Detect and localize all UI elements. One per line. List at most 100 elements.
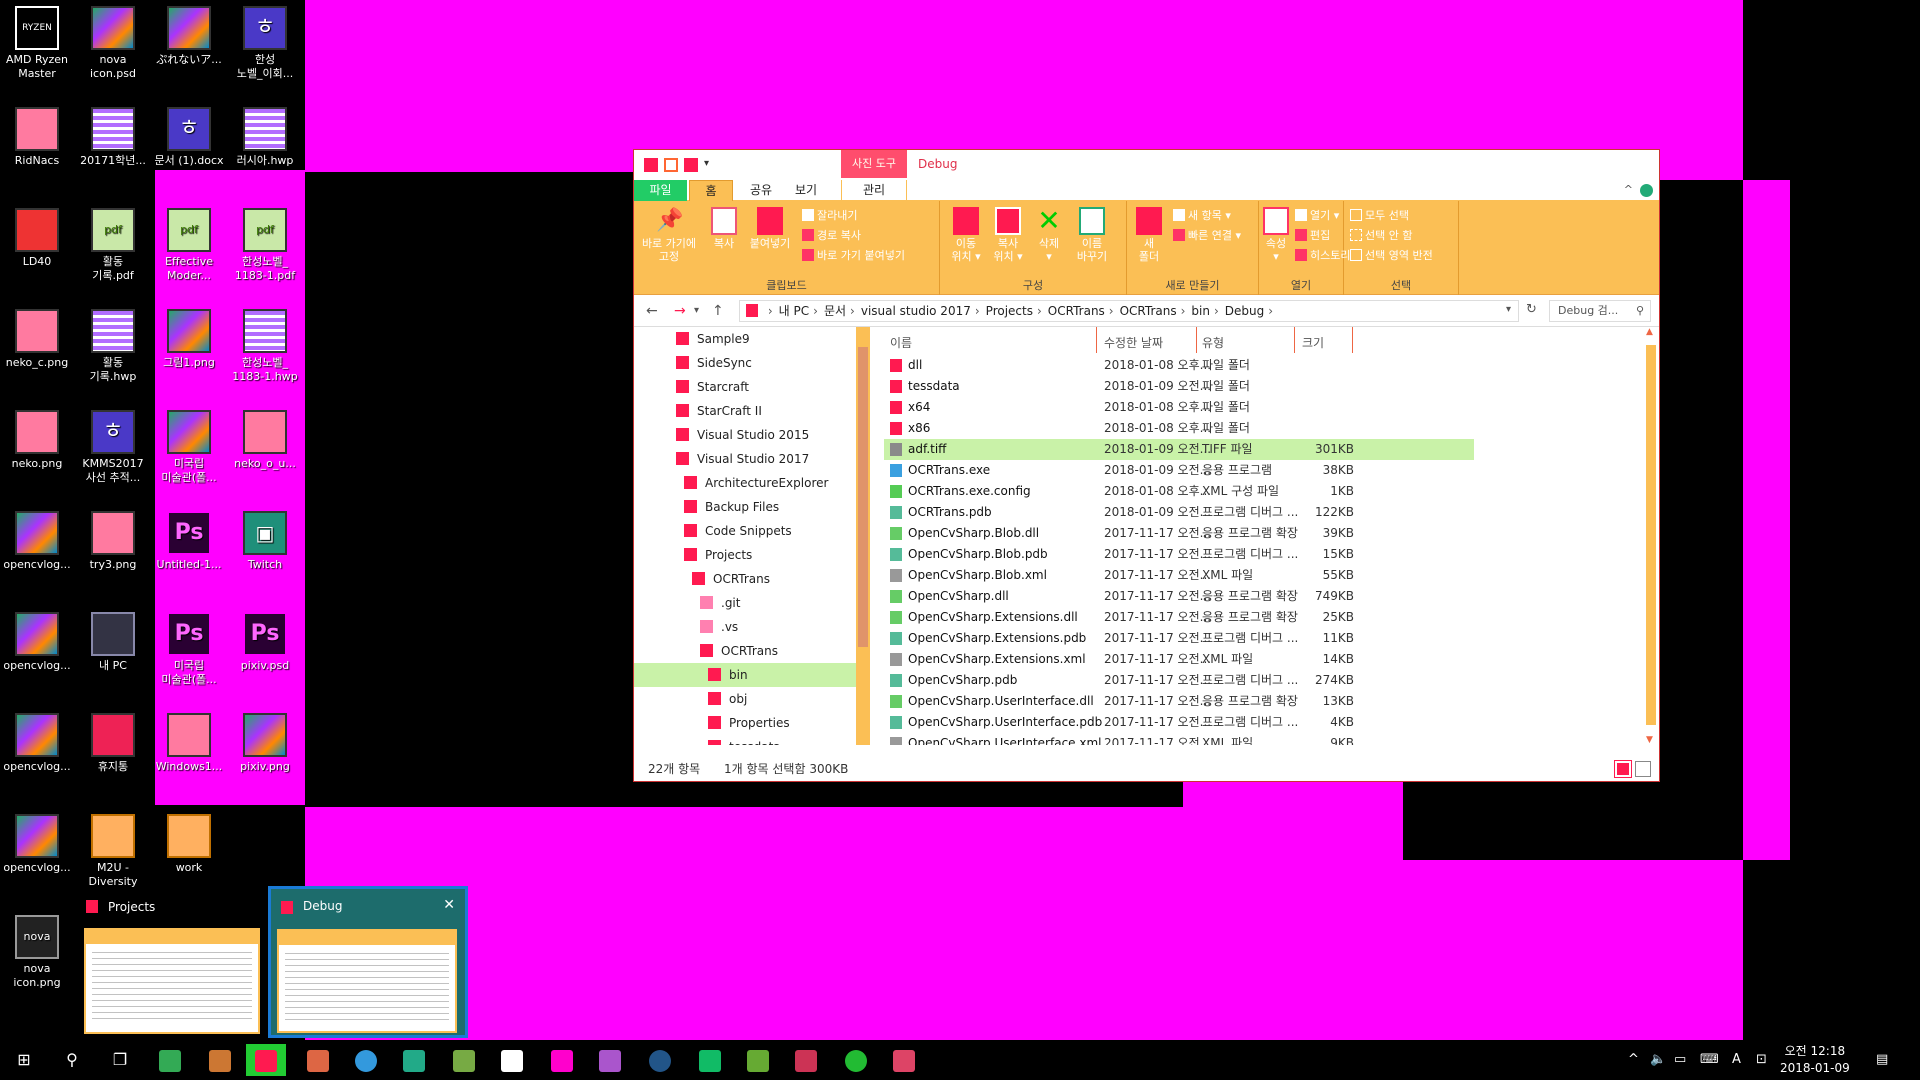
desktop-icon[interactable]: nova nova icon.png [0, 915, 77, 990]
taskbar-app-icon[interactable] [690, 1044, 730, 1076]
desktop-icon[interactable]: Ps pixiv.psd [225, 612, 305, 673]
up-arrow-icon[interactable]: ↑ [712, 303, 724, 319]
new-folder-button[interactable]: 새 폴더 [1131, 207, 1167, 263]
move-to-button[interactable]: 이동 위치 ▾ [946, 207, 986, 263]
taskbar-chrome-icon[interactable] [346, 1044, 386, 1076]
taskbar-app-icon[interactable] [884, 1044, 924, 1076]
column-type[interactable]: 유형 [1202, 334, 1224, 351]
desktop-icon[interactable]: ▣ Twitch [225, 511, 305, 572]
clock[interactable]: 오전 12:18 2018-01-09 [1780, 1043, 1850, 1077]
desktop-icon[interactable]: neko_c.png [0, 309, 77, 370]
desktop-icon[interactable]: 러시아.hwp [225, 107, 305, 168]
delete-button[interactable]: ✕ 삭제 ▾ [1032, 207, 1066, 264]
recent-dropdown-icon[interactable]: ▾ [694, 305, 699, 316]
desktop-icon[interactable]: opencvlog... [0, 814, 77, 875]
breadcrumb-separator-icon[interactable]: › [1268, 304, 1273, 318]
properties-button[interactable]: 속성 ▾ [1261, 207, 1291, 263]
nav-tree-item[interactable]: OCRTrans [634, 567, 856, 591]
address-bar[interactable]: › 내 PC › 문서 › visual studio 2017 › Projects › OCR… [739, 300, 1519, 322]
file-row[interactable]: OCRTrans.exe.config 2018-01-08 오후... XML 구… [884, 481, 1474, 502]
file-row[interactable]: OpenCvSharp.UserInterface.dll 2017-11-17 … [884, 691, 1474, 712]
taskbar-app-icon[interactable] [444, 1044, 484, 1076]
language-icon[interactable]: ⊡ [1756, 1040, 1767, 1080]
start-button[interactable]: ⊞ [4, 1044, 44, 1076]
nav-tree-item[interactable]: ArchitectureExplorer [634, 471, 856, 495]
breadcrumb-item[interactable]: Projects [986, 304, 1033, 318]
edit-button[interactable]: 편집 [1295, 227, 1330, 243]
taskbar-steam-icon[interactable] [640, 1044, 680, 1076]
file-row[interactable]: OpenCvSharp.Extensions.dll 2017-11-17 오전.… [884, 607, 1474, 628]
tab-manage[interactable]: 관리 [841, 180, 907, 201]
title-bar[interactable]: ▾ 사진 도구 Debug [634, 150, 1659, 180]
new-folder-icon[interactable] [684, 158, 698, 172]
new-item-button[interactable]: 새 항목 ▾ [1173, 207, 1231, 223]
column-name[interactable]: 이름 [890, 334, 912, 351]
desktop-icon[interactable]: 미국립 미술관(폴... [149, 410, 229, 485]
file-explorer-window[interactable]: ▾ 사진 도구 Debug 파일 홈 공유 보기 관리 ^ 📌 바로 가기에 고… [633, 149, 1660, 782]
file-row[interactable]: OpenCvSharp.Extensions.pdb 2017-11-17 오전.… [884, 628, 1474, 649]
nav-tree-item[interactable]: StarCraft II [634, 399, 856, 423]
breadcrumb-item[interactable]: OCRTrans [1120, 304, 1177, 318]
desktop-icon[interactable]: 20171학년... [73, 107, 153, 168]
taskbar-explorer-button[interactable] [246, 1044, 286, 1076]
nav-tree-item[interactable]: Projects [634, 543, 856, 567]
desktop-icon[interactable]: M2U - Diversity [73, 814, 153, 889]
desktop-icon[interactable]: RidNacs [0, 107, 77, 168]
forward-arrow-icon[interactable]: → [674, 303, 686, 319]
scrollbar-thumb[interactable] [1646, 345, 1656, 725]
file-row[interactable]: OpenCvSharp.pdb 2017-11-17 오전... 프로그램 디버그 … [884, 670, 1474, 691]
navigation-pane[interactable]: Sample9 SideSync Starcraft StarCraft II Visu… [634, 327, 856, 745]
nav-tree-item[interactable]: obj [634, 687, 856, 711]
breadcrumb-item[interactable]: 문서 [824, 304, 846, 318]
breadcrumb-separator-icon[interactable]: › [813, 304, 818, 318]
desktop-icon[interactable]: neko.png [0, 410, 77, 471]
copy-to-button[interactable]: 복사 위치 ▾ [988, 207, 1028, 263]
column-date[interactable]: 수정한 날짜 [1104, 334, 1163, 351]
file-row[interactable]: OpenCvSharp.UserInterface.pdb 2017-11-17 … [884, 712, 1474, 733]
file-row[interactable]: OCRTrans.exe 2018-01-09 오전... 응용 프로그램 38KB [884, 460, 1474, 481]
nav-tree-item[interactable]: SideSync [634, 351, 856, 375]
scroll-up-icon[interactable]: ▲ [1646, 327, 1653, 337]
nav-tree-item[interactable]: Sample9 [634, 327, 856, 351]
file-row[interactable]: OCRTrans.pdb 2018-01-09 오전... 프로그램 디버그 ...… [884, 502, 1474, 523]
open-button[interactable]: 열기 ▾ [1295, 207, 1339, 223]
breadcrumb-separator-icon[interactable]: › [1109, 304, 1114, 318]
taskbar-app-icon[interactable] [150, 1044, 190, 1076]
copy-button[interactable]: 복사 [704, 207, 744, 250]
file-row[interactable]: OpenCvSharp.Blob.pdb 2017-11-17 오전... 프로그램… [884, 544, 1474, 565]
file-row[interactable]: OpenCvSharp.Extensions.xml 2017-11-17 오전.… [884, 649, 1474, 670]
paste-button[interactable]: 붙여넣기 [746, 207, 794, 250]
desktop-icon[interactable]: ぷれないア... [149, 6, 229, 67]
file-row[interactable]: OpenCvSharp.UserInterface.xml 2017-11-17 … [884, 733, 1474, 745]
breadcrumb-separator-icon[interactable]: › [1037, 304, 1042, 318]
nav-tree-item[interactable]: OCRTrans [634, 639, 856, 663]
properties-icon[interactable] [664, 158, 678, 172]
desktop-icon[interactable]: ㅎ KMMS2017 사선 추적... [73, 410, 153, 485]
notification-icon[interactable]: ▤ [1876, 1040, 1888, 1080]
taskbar-app-icon[interactable] [298, 1044, 338, 1076]
search-input[interactable]: Debug 검... ⚲ [1549, 300, 1651, 322]
desktop-icon[interactable]: ㅎ 문서 (1).docx [149, 107, 229, 168]
search-button[interactable]: ⚲ [52, 1044, 92, 1076]
nav-tree-item[interactable]: Visual Studio 2015 [634, 423, 856, 447]
back-arrow-icon[interactable]: ← [646, 303, 658, 319]
file-row[interactable]: x64 2018-01-08 오후... 파일 폴더 [884, 397, 1474, 418]
desktop-icon[interactable]: pixiv.png [225, 713, 305, 774]
file-list-scrollbar[interactable]: ▲ ▼ [1644, 327, 1658, 745]
nav-tree-item[interactable]: .git [634, 591, 856, 615]
breadcrumb-separator-icon[interactable]: › [975, 304, 980, 318]
desktop-icon[interactable]: opencvlog... [0, 511, 77, 572]
history-button[interactable]: 히스토리 [1295, 247, 1350, 263]
desktop-icon[interactable]: LD40 [0, 208, 77, 269]
keyboard-icon[interactable]: ⌨ [1700, 1040, 1719, 1080]
file-row[interactable]: adf.tiff 2018-01-09 오전... TIFF 파일 301KB [884, 439, 1474, 460]
easy-access-button[interactable]: 빠른 연결 ▾ [1173, 227, 1241, 243]
desktop-icon[interactable]: Windows1... [149, 713, 229, 774]
nav-tree-item[interactable]: Starcraft [634, 375, 856, 399]
rename-button[interactable]: 이름 바꾸기 [1068, 207, 1116, 263]
desktop-icon[interactable]: 그림1.png [149, 309, 229, 370]
desktop-icon[interactable]: neko_o_u... [225, 410, 305, 471]
file-row[interactable]: OpenCvSharp.Blob.xml 2017-11-17 오전... XML … [884, 565, 1474, 586]
desktop-icon[interactable]: nova icon.psd [73, 6, 153, 81]
chevron-up-icon[interactable]: ^ [1624, 183, 1633, 196]
